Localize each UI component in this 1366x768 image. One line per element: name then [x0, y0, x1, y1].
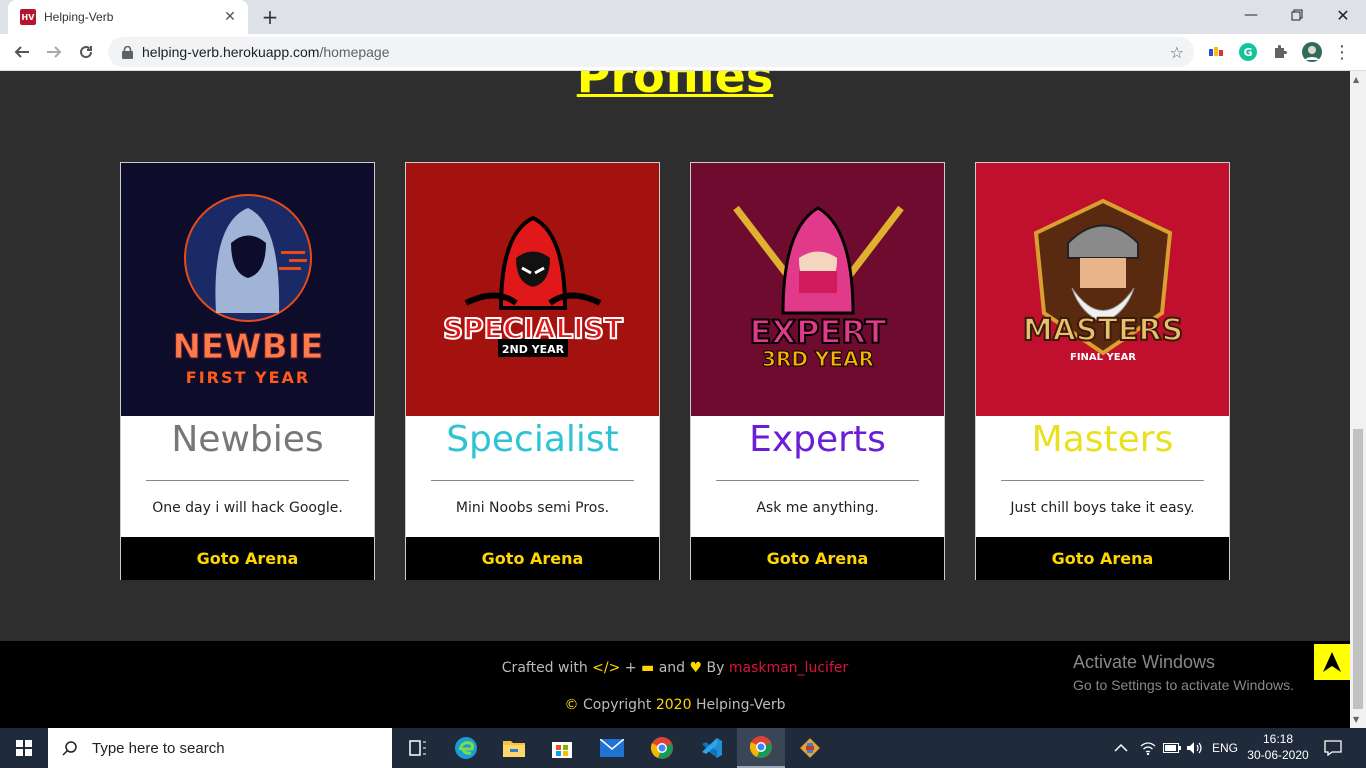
- scroll-down-arrow-icon[interactable]: ▼: [1353, 715, 1359, 724]
- address-bar[interactable]: helping-verb.herokuapp.com/homepage ☆: [108, 37, 1194, 67]
- back-arrow-icon[interactable]: [8, 38, 36, 66]
- profile-card-newbies: NEWBIE FIRST YEAR Newbies One day i will…: [120, 162, 375, 580]
- close-tab-icon[interactable]: ✕: [220, 7, 240, 27]
- extension-colorbar-icon[interactable]: [1206, 42, 1226, 62]
- network-icon[interactable]: [1140, 728, 1156, 768]
- scroll-up-arrow-icon[interactable]: ▲: [1353, 75, 1359, 84]
- copyright-line: © Copyright 2020 Helping-Verb: [564, 697, 786, 713]
- task-view-icon[interactable]: [394, 728, 442, 768]
- close-window-icon[interactable]: ✕: [1320, 0, 1366, 30]
- badge-main-text: EXPERT: [750, 313, 887, 351]
- lock-icon[interactable]: [120, 45, 134, 59]
- coffee-icon: ▬: [641, 660, 655, 676]
- site-favicon: HV: [20, 9, 36, 25]
- scroll-to-top-button[interactable]: [1314, 644, 1350, 680]
- site-footer: Crafted with </> + ▬ and ♥ By maskman_lu…: [0, 641, 1350, 728]
- scroll-thumb[interactable]: [1353, 429, 1363, 709]
- profile-avatar[interactable]: [1302, 42, 1322, 62]
- browser-tab[interactable]: HV Helping-Verb ✕: [8, 0, 248, 34]
- goto-arena-button[interactable]: Goto Arena: [976, 537, 1229, 580]
- masters-badge-image: MASTERS FINAL YEAR: [976, 163, 1229, 416]
- section-title: Profiles: [576, 71, 774, 103]
- card-description: One day i will hack Google.: [152, 500, 343, 516]
- divider: [1001, 480, 1204, 481]
- badge-sub-text: 3RD YEAR: [762, 347, 874, 371]
- browser-menu-icon[interactable]: ⋮: [1332, 42, 1352, 63]
- badge-main-text: NEWBIE: [173, 327, 324, 367]
- card-description: Ask me anything.: [756, 500, 879, 516]
- card-title: Newbies: [171, 419, 324, 460]
- card-title: Masters: [1031, 419, 1174, 460]
- edge-browser-icon[interactable]: [442, 728, 490, 768]
- language-indicator[interactable]: ENG: [1212, 728, 1238, 768]
- badge-sub-text: FIRST YEAR: [186, 368, 310, 387]
- battery-icon[interactable]: [1163, 728, 1181, 768]
- code-icon: </>: [592, 660, 621, 676]
- page-content: Profiles NEWBIE FIRST YEAR Newbies One d…: [0, 71, 1350, 641]
- reload-icon[interactable]: [72, 38, 100, 66]
- arrow-up-icon: [1323, 652, 1341, 672]
- svg-text:G: G: [1243, 46, 1252, 59]
- grammarly-icon[interactable]: G: [1238, 42, 1258, 62]
- notifications-icon[interactable]: [1324, 728, 1342, 768]
- vscode-icon[interactable]: [688, 728, 736, 768]
- copyright-year: 2020: [655, 697, 692, 713]
- new-tab-button[interactable]: +: [258, 5, 282, 29]
- windows-taskbar: Type here to search ENG 16:18 30-06-2020: [0, 728, 1366, 768]
- forward-arrow-icon[interactable]: [40, 38, 68, 66]
- chrome-icon[interactable]: [638, 728, 686, 768]
- taskbar-search-box[interactable]: Type here to search: [48, 728, 392, 768]
- browser-toolbar: helping-verb.herokuapp.com/homepage ☆ G …: [0, 34, 1366, 71]
- goto-arena-button[interactable]: Goto Arena: [406, 537, 659, 580]
- restore-window-icon[interactable]: [1274, 0, 1320, 30]
- profile-card-masters: MASTERS FINAL YEAR Masters Just chill bo…: [975, 162, 1230, 580]
- microsoft-store-icon[interactable]: [538, 728, 586, 768]
- extensions-puzzle-icon[interactable]: [1270, 42, 1290, 62]
- url-text: helping-verb.herokuapp.com/homepage: [142, 44, 390, 60]
- profile-card-experts: EXPERT 3RD YEAR Experts Ask me anything.…: [690, 162, 945, 580]
- badge-main-text: MASTERS: [1023, 313, 1183, 348]
- bookmark-star-icon[interactable]: ☆: [1170, 43, 1184, 62]
- badge-sub-text: FINAL YEAR: [1070, 352, 1136, 363]
- windows-start-button[interactable]: [0, 728, 48, 768]
- divider: [431, 480, 634, 481]
- file-explorer-icon[interactable]: [490, 728, 538, 768]
- git-gui-icon[interactable]: [786, 728, 834, 768]
- card-title: Experts: [749, 419, 886, 460]
- volume-icon[interactable]: [1186, 728, 1204, 768]
- goto-arena-button[interactable]: Goto Arena: [121, 537, 374, 580]
- divider: [716, 480, 919, 481]
- mail-icon[interactable]: [588, 728, 636, 768]
- system-clock[interactable]: 16:18 30-06-2020: [1246, 731, 1310, 763]
- activate-windows-watermark: Activate Windows Go to Settings to activ…: [1073, 652, 1294, 693]
- show-hidden-icons-chevron-icon[interactable]: [1114, 728, 1128, 768]
- card-title: Specialist: [446, 419, 619, 460]
- specialist-badge-image: SPECIALIST 2ND YEAR: [406, 163, 659, 416]
- copyright-icon: ©: [564, 697, 579, 713]
- chrome-active-window-icon[interactable]: [737, 728, 785, 768]
- browser-tab-strip: HV Helping-Verb ✕ + — ✕: [0, 0, 1366, 34]
- newbie-badge-image: NEWBIE FIRST YEAR: [121, 163, 374, 416]
- minimize-window-icon[interactable]: —: [1228, 0, 1274, 30]
- divider: [146, 480, 349, 481]
- heart-icon: ♥: [689, 660, 703, 676]
- expert-badge-image: EXPERT 3RD YEAR: [691, 163, 944, 416]
- badge-sub-text: 2ND YEAR: [502, 343, 565, 356]
- page-scrollbar[interactable]: ▲ ▼: [1350, 71, 1366, 728]
- profile-card-specialist: SPECIALIST 2ND YEAR Specialist Mini Noob…: [405, 162, 660, 580]
- goto-arena-button[interactable]: Goto Arena: [691, 537, 944, 580]
- windows-logo-icon: [16, 740, 32, 756]
- card-description: Just chill boys take it easy.: [1010, 500, 1195, 516]
- tab-title: Helping-Verb: [44, 10, 114, 24]
- author-link[interactable]: maskman_lucifer: [729, 660, 848, 676]
- search-icon: [62, 741, 77, 756]
- card-description: Mini Noobs semi Pros.: [455, 500, 610, 516]
